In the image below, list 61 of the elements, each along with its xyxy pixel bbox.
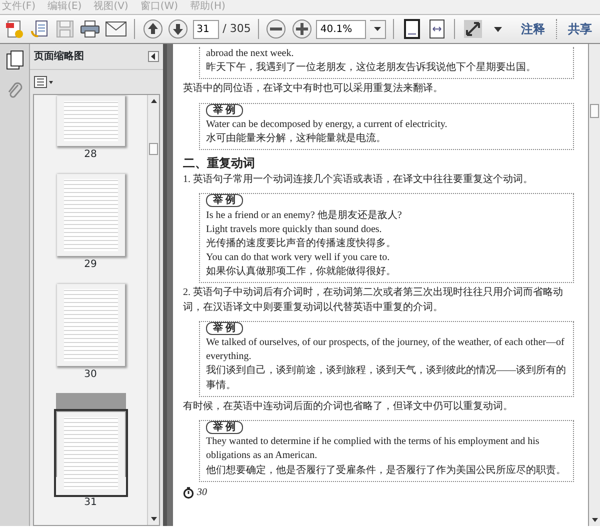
example-line: 我们谈到自己，谈到前途，谈到旅程，谈到天气，谈到彼此的情况——谈到所有的事情。 bbox=[206, 364, 567, 393]
scrollbar-thumb[interactable] bbox=[590, 104, 599, 118]
panel-title: 页面缩略图 bbox=[34, 50, 84, 64]
page-number: 28 bbox=[84, 149, 97, 161]
example-line: Light travels more quickly than sound does. bbox=[206, 222, 383, 237]
example-line: 昨天下午，我遇到了一位老朋友，这位老朋友告诉我说他下个星期要出国。 bbox=[206, 61, 537, 76]
menu-item[interactable]: 帮助(H) bbox=[190, 1, 226, 13]
left-triangle-icon bbox=[151, 53, 156, 60]
example-line: abroad the next week. bbox=[206, 47, 295, 61]
page-number: 29 bbox=[84, 259, 97, 271]
example-line: Is he a friend or an enemy? 他是朋友还是敌人? bbox=[206, 208, 403, 223]
pages-icon[interactable] bbox=[6, 50, 24, 70]
example-line: 水可由能量来分解，这种能量就是电流。 bbox=[206, 132, 387, 146]
menu-item[interactable]: 窗口(W) bbox=[140, 1, 178, 13]
print-icon[interactable] bbox=[80, 18, 102, 40]
paragraph: 2. 英语句子中动词后有介词时，在动词第二次或者第三次出现时往往只用介词而省略动词，在汉语译文中则要重复动词以代替英语中重复的介词。 bbox=[183, 286, 564, 315]
collapse-button[interactable] bbox=[148, 51, 159, 62]
scrollbar[interactable] bbox=[588, 44, 600, 526]
example-line: You can do that work very well if you care to. bbox=[206, 251, 391, 266]
zoom-in-icon[interactable] bbox=[291, 18, 312, 40]
example-line: Water can be decomposed by energy, a current of electricity. bbox=[206, 118, 448, 132]
example-line: We talked of ourselves, of our prospects, of the journey, of the weather, of each other—of everything. bbox=[206, 336, 566, 364]
page-number: 30 bbox=[84, 369, 97, 381]
down-arrow-icon[interactable] bbox=[167, 18, 189, 40]
zoom-out-icon[interactable] bbox=[266, 18, 288, 40]
caret-icon bbox=[374, 27, 382, 31]
up-triangle-icon[interactable] bbox=[151, 99, 157, 103]
expand-icon[interactable] bbox=[462, 18, 484, 40]
paperclip-icon[interactable] bbox=[6, 82, 22, 100]
zoom-field[interactable]: 40.1% bbox=[316, 20, 366, 38]
menu-item[interactable]: 视图(V) bbox=[94, 1, 128, 13]
options-icon[interactable] bbox=[34, 76, 54, 88]
paragraph: 1. 英语句子常用一个动词连接几个宾语或表语，在译文中往往要重复这个动词。 bbox=[183, 173, 534, 188]
example-line: 光传播的速度要比声音的传播速度快得多。 bbox=[206, 236, 397, 251]
share-button[interactable]: 共享 bbox=[564, 20, 596, 38]
page-thumbnail[interactable] bbox=[56, 411, 126, 495]
menu-item[interactable]: 编辑(E) bbox=[48, 1, 82, 13]
section-heading: 二、重复动词 bbox=[183, 155, 256, 172]
new-document-icon[interactable] bbox=[4, 18, 26, 40]
example-line: They wanted to determine if he complied with the terms of his employment and his obligations as an American. bbox=[206, 435, 540, 464]
example-tag: 举 例 bbox=[206, 322, 242, 335]
page-number: 31 bbox=[84, 497, 97, 509]
paragraph: 英语中的同位语，在译文中有时也可以采用重复法来翻译。 bbox=[183, 82, 444, 96]
comment-button[interactable]: 注释 bbox=[516, 20, 549, 38]
down-triangle-icon[interactable] bbox=[592, 518, 598, 522]
menu-item[interactable]: 文件(F) bbox=[2, 1, 36, 13]
scrollbar[interactable] bbox=[147, 95, 159, 525]
stopwatch-icon bbox=[183, 486, 194, 499]
example-line: 他们想要确定，他是否履行了受雇条件，是否履行了作为美国公民所应尽的职责。 bbox=[206, 464, 567, 478]
page-number: 30 bbox=[197, 486, 207, 500]
zoom-dropdown-button[interactable] bbox=[370, 20, 386, 38]
paragraph: 有时候，在英语中连动词后面的介词也省略了，但译文中仍可以重复动词。 bbox=[183, 400, 514, 414]
example-tag: 举 例 bbox=[206, 104, 242, 117]
example-tag: 举 例 bbox=[206, 420, 242, 434]
example-line: 如果你认真做那项工作，你就能做得很好。 bbox=[206, 265, 397, 280]
down-triangle-icon[interactable] bbox=[151, 517, 157, 521]
up-arrow-icon[interactable] bbox=[142, 18, 164, 40]
example-tag: 举 例 bbox=[206, 194, 242, 208]
scrollbar-thumb[interactable] bbox=[149, 143, 158, 155]
page-total: / 305 bbox=[222, 20, 251, 37]
page-number-field[interactable]: 31 bbox=[192, 20, 219, 38]
